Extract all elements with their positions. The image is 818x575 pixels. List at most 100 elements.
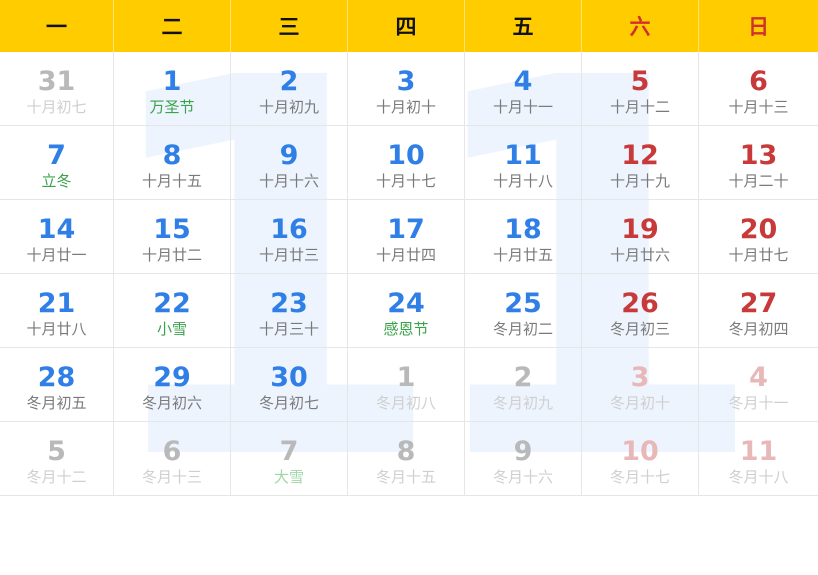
day-cell[interactable]: 23 十月三十: [231, 274, 348, 348]
day-number: 6: [749, 66, 768, 97]
lunar-date-label: 十月十三: [728, 98, 789, 116]
lunar-date-label: 十月十九: [609, 172, 670, 190]
lunar-date-label: 大雪: [273, 468, 304, 486]
day-cell[interactable]: 19 十月廿六: [582, 200, 699, 274]
day-number: 26: [621, 288, 659, 319]
lunar-date-label: 冬月初四: [728, 320, 789, 338]
day-number: 8: [396, 436, 416, 467]
day-cell[interactable]: 25 冬月初二: [465, 274, 582, 348]
day-cell[interactable]: 12 十月十九: [582, 126, 699, 200]
lunar-date-label: 十月初九: [258, 98, 319, 116]
adjacent-month-day-cell[interactable]: 6 冬月十三: [114, 422, 231, 496]
lunar-date-label: 十月十六: [258, 172, 319, 190]
day-cell[interactable]: 1 万圣节: [114, 52, 231, 126]
adjacent-month-day-cell[interactable]: 7 大雪: [231, 422, 348, 496]
day-number: 11: [739, 436, 778, 467]
day-number: 24: [387, 288, 425, 319]
lunar-date-label: 十月廿七: [728, 246, 789, 264]
day-number: 28: [37, 362, 76, 393]
day-number: 21: [37, 288, 76, 319]
lunar-date-label: 万圣节: [149, 98, 195, 116]
adjacent-month-day-cell[interactable]: 5 冬月十二: [0, 422, 114, 496]
lunar-date-label: 十月十八: [492, 172, 553, 190]
day-cell[interactable]: 8 十月十五: [114, 126, 231, 200]
adjacent-month-day-cell[interactable]: 4 冬月十一: [699, 348, 818, 422]
day-cell[interactable]: 21 十月廿八: [0, 274, 114, 348]
lunar-date-label: 十月十一: [492, 98, 553, 116]
day-number: 3: [630, 362, 650, 393]
lunar-date-label: 冬月十三: [141, 468, 202, 486]
day-number: 4: [749, 362, 768, 393]
adjacent-month-day-cell[interactable]: 2 冬月初九: [465, 348, 582, 422]
day-cell[interactable]: 27 冬月初四: [699, 274, 818, 348]
lunar-date-label: 十月二十: [728, 172, 789, 190]
day-number: 13: [739, 140, 778, 171]
adjacent-month-day-cell[interactable]: 10 冬月十七: [582, 422, 699, 496]
day-cell[interactable]: 29 冬月初六: [114, 348, 231, 422]
month-calendar: 11 一二三四五六日 31 十月初七 1 万圣节 2 十月初九 3 十月初十 4 十月十一 5 十月十…: [0, 0, 818, 532]
day-cell[interactable]: 18 十月廿五: [465, 200, 582, 274]
adjacent-month-day-cell[interactable]: 1 冬月初八: [348, 348, 465, 422]
lunar-date-label: 冬月十一: [728, 394, 789, 412]
day-number: 31: [37, 66, 76, 97]
day-cell[interactable]: 16 十月廿三: [231, 200, 348, 274]
adjacent-month-day-cell[interactable]: 11 冬月十八: [699, 422, 818, 496]
lunar-date-label: 十月廿四: [375, 246, 436, 264]
day-cell[interactable]: 9 十月十六: [231, 126, 348, 200]
day-number: 1: [396, 362, 416, 393]
lunar-date-label: 十月廿一: [26, 246, 87, 264]
day-cell[interactable]: 2 十月初九: [231, 52, 348, 126]
day-number: 9: [513, 436, 533, 467]
day-cell[interactable]: 3 十月初十: [348, 52, 465, 126]
day-cell[interactable]: 15 十月廿二: [114, 200, 231, 274]
day-cell[interactable]: 20 十月廿七: [699, 200, 818, 274]
day-number: 4: [513, 66, 533, 97]
lunar-date-label: 冬月初十: [609, 394, 670, 412]
lunar-date-label: 冬月十七: [609, 468, 670, 486]
lunar-date-label: 十月初七: [26, 98, 87, 116]
day-number: 9: [279, 140, 299, 171]
day-number: 15: [153, 214, 191, 245]
adjacent-month-day-cell[interactable]: 31 十月初七: [0, 52, 114, 126]
day-number: 2: [513, 362, 533, 393]
day-cell[interactable]: 17 十月廿四: [348, 200, 465, 274]
lunar-date-label: 冬月初八: [375, 394, 436, 412]
day-number: 5: [47, 436, 66, 467]
lunar-date-label: 冬月初五: [26, 394, 87, 412]
adjacent-month-day-cell[interactable]: 3 冬月初十: [582, 348, 699, 422]
day-cell[interactable]: 24 感恩节: [348, 274, 465, 348]
day-number: 10: [387, 140, 425, 171]
day-number: 14: [37, 214, 76, 245]
weekday-label: 六: [582, 0, 699, 52]
lunar-date-label: 感恩节: [383, 320, 429, 338]
day-number: 20: [739, 214, 778, 245]
day-cell[interactable]: 5 十月十二: [582, 52, 699, 126]
day-cell[interactable]: 28 冬月初五: [0, 348, 114, 422]
lunar-date-label: 冬月十八: [728, 468, 789, 486]
day-cell[interactable]: 6 十月十三: [699, 52, 818, 126]
day-number: 23: [270, 288, 308, 319]
adjacent-month-day-cell[interactable]: 8 冬月十五: [348, 422, 465, 496]
day-cell[interactable]: 7 立冬: [0, 126, 114, 200]
day-cell[interactable]: 10 十月十七: [348, 126, 465, 200]
day-cell[interactable]: 11 十月十八: [465, 126, 582, 200]
day-cell[interactable]: 14 十月廿一: [0, 200, 114, 274]
weekday-label: 二: [114, 0, 231, 52]
day-cell[interactable]: 13 十月二十: [699, 126, 818, 200]
weekday-label: 三: [231, 0, 348, 52]
adjacent-month-day-cell[interactable]: 9 冬月十六: [465, 422, 582, 496]
day-number: 11: [504, 140, 542, 171]
day-cell[interactable]: 30 冬月初七: [231, 348, 348, 422]
day-cell[interactable]: 26 冬月初三: [582, 274, 699, 348]
day-cell[interactable]: 4 十月十一: [465, 52, 582, 126]
lunar-date-label: 十月廿二: [141, 246, 202, 264]
lunar-date-label: 十月廿六: [609, 246, 670, 264]
day-cell[interactable]: 22 小雪: [114, 274, 231, 348]
lunar-date-label: 冬月初二: [492, 320, 553, 338]
day-grid: 31 十月初七 1 万圣节 2 十月初九 3 十月初十 4 十月十一 5 十月十二 6 十月十三 7 立冬 8 十…: [0, 52, 818, 496]
day-number: 7: [47, 140, 66, 171]
weekday-label: 四: [348, 0, 465, 52]
lunar-date-label: 十月廿八: [26, 320, 87, 338]
day-number: 8: [162, 140, 182, 171]
lunar-date-label: 十月十五: [141, 172, 202, 190]
